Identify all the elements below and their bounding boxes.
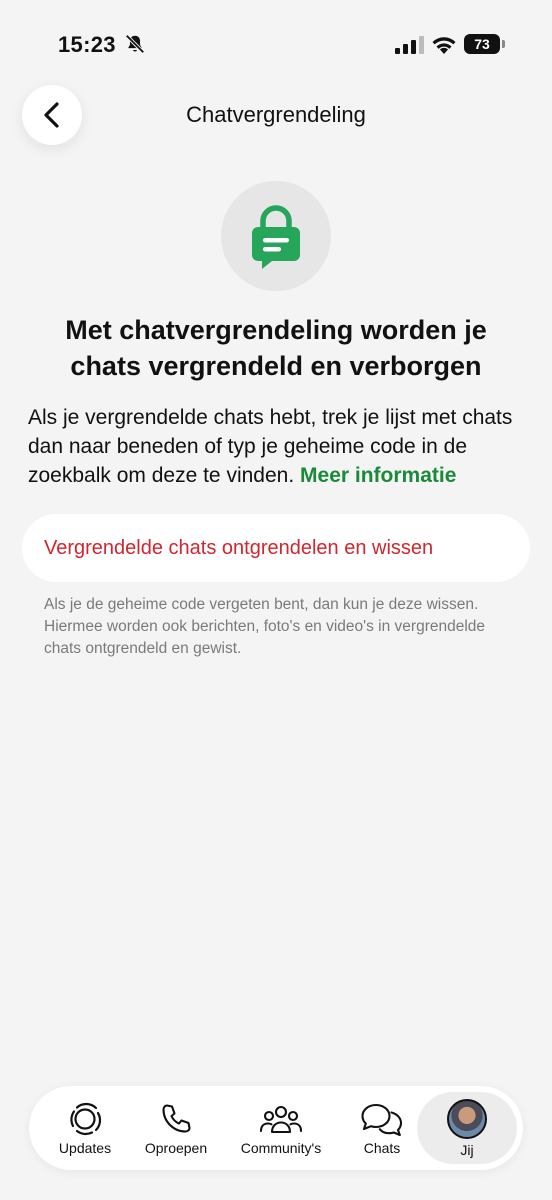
phone-icon [162, 1103, 191, 1133]
tab-chats[interactable]: Chats [347, 1086, 417, 1170]
wifi-icon [432, 37, 456, 54]
tab-bar: Updates Oproepen Community's Chats Jij [29, 1086, 523, 1170]
footnote: Als je de geheime code vergeten bent, da… [44, 596, 486, 657]
battery-icon: 73 [464, 34, 506, 54]
hero-icon-circle [221, 181, 331, 291]
tab-calls-label: Oproepen [144, 1139, 208, 1156]
updates-icon [70, 1102, 102, 1135]
communities-icon [259, 1105, 303, 1133]
battery-level: 73 [464, 34, 500, 54]
signal-icon [395, 36, 424, 54]
tab-you-label: Jij [460, 1141, 474, 1158]
status-bar: 15:23 73 [0, 0, 552, 90]
tab-communities[interactable]: Community's [233, 1086, 329, 1170]
unlock-and-clear-label: Vergrendelde chats ontgrendelen en wisse… [44, 536, 434, 559]
tab-chats-label: Chats [363, 1139, 401, 1156]
headline: Met chatvergrendeling worden je chats ve… [65, 315, 487, 381]
locked-chat-icon [252, 205, 300, 269]
tab-communities-label: Community's [240, 1139, 322, 1156]
chats-icon [361, 1103, 403, 1136]
tab-updates-label: Updates [58, 1139, 112, 1156]
unlock-and-clear-button[interactable]: Vergrendelde chats ontgrendelen en wisse… [22, 514, 530, 582]
status-time: 15:23 [58, 32, 116, 57]
bell-off-icon [125, 34, 145, 54]
more-info-link[interactable]: Meer informatie [300, 464, 456, 487]
avatar [447, 1098, 487, 1139]
tab-updates[interactable]: Updates [49, 1086, 121, 1170]
description: Als je vergrendelde chats hebt, trek je … [28, 403, 528, 490]
tab-you[interactable]: Jij [417, 1092, 517, 1164]
page-title: Chatvergrendeling [186, 102, 366, 127]
tab-calls[interactable]: Oproepen [137, 1086, 215, 1170]
